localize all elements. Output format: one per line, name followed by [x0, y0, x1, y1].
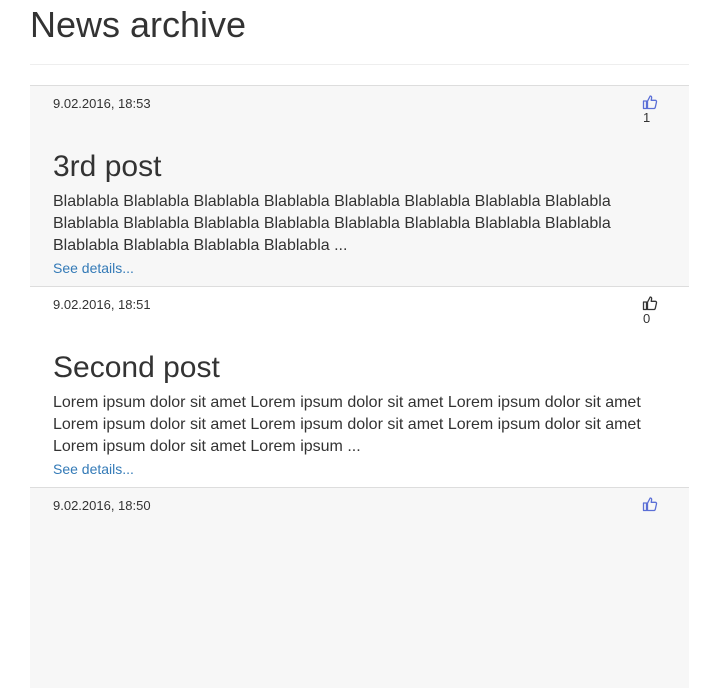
like-button[interactable]: 0 [642, 295, 662, 326]
thumbs-up-icon [642, 296, 658, 311]
like-button[interactable]: 1 [642, 94, 662, 125]
page-title: News archive [30, 4, 247, 45]
post-item: 9.02.2016, 18:50 [30, 487, 689, 688]
post-date: 9.02.2016, 18:53 [53, 96, 151, 111]
post-title: Second post [53, 351, 220, 384]
post-excerpt: Blablabla Blablabla Blablabla Blablabla … [53, 193, 611, 254]
like-count: 1 [643, 110, 651, 125]
post-item: 9.02.2016, 18:51 0 Second post Lorem ips… [30, 286, 689, 487]
post-title: 3rd post [53, 150, 162, 183]
title-divider [30, 64, 689, 65]
post-date: 9.02.2016, 18:51 [53, 297, 151, 312]
like-count: 0 [643, 311, 651, 326]
thumbs-up-icon [642, 95, 658, 110]
thumbs-up-icon [642, 497, 658, 512]
post-date: 9.02.2016, 18:50 [53, 498, 151, 513]
like-button[interactable] [642, 496, 662, 512]
see-details-link[interactable]: See details... [53, 461, 134, 477]
post-excerpt: Lorem ipsum dolor sit amet Lorem ipsum d… [53, 394, 641, 455]
see-details-link[interactable]: See details... [53, 260, 134, 276]
post-item: 9.02.2016, 18:53 1 3rd post Blablabla Bl… [30, 85, 689, 286]
post-list: 9.02.2016, 18:53 1 3rd post Blablabla Bl… [30, 85, 689, 688]
